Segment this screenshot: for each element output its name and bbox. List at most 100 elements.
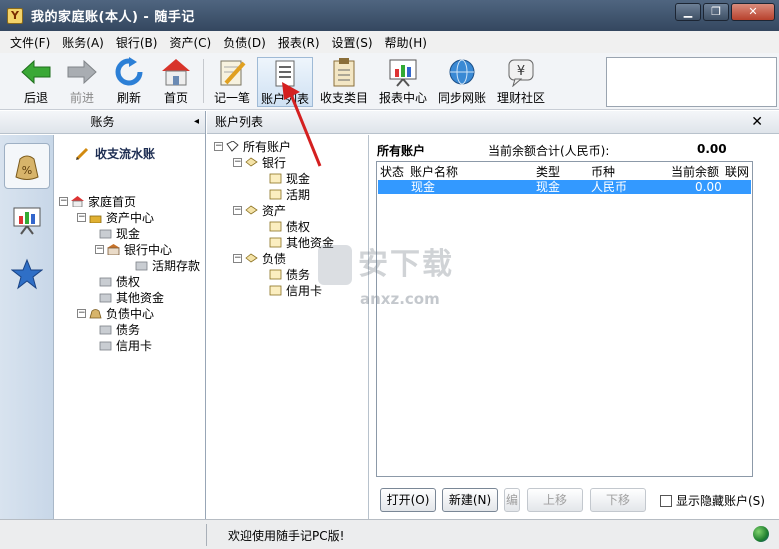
collapse-toggle[interactable]: −	[233, 157, 242, 167]
tree-item-credit-card[interactable]: 信用卡	[99, 337, 152, 353]
back-arrow-icon	[21, 59, 51, 85]
reports-label: 报表中心	[378, 91, 427, 105]
collapse-toggle[interactable]: −	[233, 253, 242, 263]
house-icon	[71, 195, 84, 207]
chart-board-icon	[389, 59, 417, 87]
collapse-toggle[interactable]: −	[233, 205, 242, 215]
reports-button[interactable]: 报表中心	[378, 57, 428, 107]
collapse-toggle[interactable]: −	[95, 244, 104, 254]
record-button[interactable]: 记一笔	[208, 57, 256, 107]
watermark-logo	[318, 245, 352, 285]
tree-label: 现金	[116, 226, 141, 241]
tree-label: 负债	[262, 251, 287, 266]
tree-item-asset-center[interactable]: − 资产中心	[77, 209, 154, 225]
title-bar: Y 我的家庭账(本人) - 随手记 ▁ ❐ ✕	[0, 0, 779, 31]
community-button[interactable]: ¥ 理财社区	[496, 57, 546, 107]
watermark: 安下载	[318, 245, 454, 285]
move-down-button[interactable]: 下移	[590, 488, 646, 512]
tree-item-bank[interactable]: − 银行	[233, 154, 286, 170]
column-online[interactable]: 联网	[725, 163, 749, 180]
forward-label: 前进	[69, 91, 94, 105]
new-button[interactable]: 新建(N)	[442, 488, 498, 512]
detail-title: 所有账户	[377, 144, 426, 158]
collapse-toggle[interactable]: −	[77, 212, 86, 222]
move-up-button[interactable]: 上移	[527, 488, 583, 512]
tree-item-demand-deposit[interactable]: 活期存款	[135, 257, 200, 273]
folder-icon	[99, 325, 112, 334]
menu-liabilities[interactable]: 负债(D)	[217, 34, 272, 51]
sync-button[interactable]: 同步网账	[437, 57, 487, 107]
tree-item-other-funds[interactable]: 其他资金	[99, 289, 164, 305]
watermark-url: anxz.com	[360, 290, 440, 308]
column-balance[interactable]: 当前余额	[671, 163, 719, 180]
column-currency[interactable]: 币种	[591, 163, 615, 180]
community-label: 理财社区	[496, 91, 545, 105]
notepad-pencil-icon	[220, 60, 246, 86]
diamond-folder-icon	[245, 157, 258, 166]
menu-assets[interactable]: 资产(C)	[163, 34, 217, 51]
menu-help[interactable]: 帮助(H)	[379, 34, 433, 51]
tree-item-debt-claims[interactable]: 债权	[99, 273, 140, 289]
home-label: 首页	[163, 91, 188, 105]
collapse-toggle[interactable]: −	[214, 141, 223, 151]
refresh-icon	[115, 57, 143, 86]
back-label: 后退	[23, 91, 48, 105]
tab-favorites[interactable]	[4, 251, 50, 297]
tree-item-claims[interactable]: 债权	[269, 218, 310, 234]
folder-icon	[269, 189, 282, 199]
tree-item-debts[interactable]: 债务	[99, 321, 140, 337]
refresh-button[interactable]: 刷新	[105, 57, 153, 107]
table-row[interactable]: 现金 现金 人民币 0.00	[378, 180, 751, 194]
tree-label: 资产	[262, 203, 287, 218]
home-button[interactable]: 首页	[152, 57, 200, 107]
tree-item-home[interactable]: − 家庭首页	[59, 193, 136, 209]
tree-item-assets[interactable]: − 资产	[233, 202, 286, 218]
tab-accounting[interactable]: %	[4, 143, 50, 189]
status-message: 欢迎使用随手记PC版!	[228, 529, 345, 543]
section-title[interactable]: 收支流水账	[75, 145, 155, 162]
menu-file[interactable]: 文件(F)	[4, 34, 56, 51]
toolbar-blank-panel	[606, 57, 777, 107]
table-header: 状态 账户名称 类型 币种 当前余额 联网	[377, 162, 752, 179]
tree-item-liabilities[interactable]: − 负债	[233, 250, 286, 266]
book-icon	[226, 140, 239, 152]
collapse-toggle[interactable]: −	[59, 196, 68, 206]
menu-bank[interactable]: 银行(B)	[110, 34, 164, 51]
total-balance-value: 0.00	[697, 142, 727, 156]
minimize-button[interactable]: ▁	[675, 3, 701, 21]
status-separator	[206, 524, 207, 546]
folder-icon	[135, 261, 148, 270]
forward-button[interactable]: 前进	[58, 57, 106, 107]
tree-label: 活期	[286, 187, 311, 202]
tree-item-bank-center[interactable]: − 银行中心	[95, 241, 172, 257]
maximize-button[interactable]: ❐	[703, 3, 729, 21]
tree-item-cash[interactable]: 现金	[99, 225, 140, 241]
svg-text:%: %	[22, 164, 32, 177]
tab-reports[interactable]	[4, 197, 50, 243]
close-tab-icon[interactable]: ✕	[751, 111, 763, 133]
close-button[interactable]: ✕	[731, 3, 775, 21]
checkbox-box[interactable]	[660, 494, 672, 507]
column-type[interactable]: 类型	[536, 163, 560, 180]
column-name[interactable]: 账户名称	[410, 163, 458, 180]
tree-item-debts[interactable]: 债务	[269, 266, 310, 282]
tree-label: 债权	[116, 274, 141, 289]
tree-item-credit-card[interactable]: 信用卡	[269, 282, 322, 298]
show-hidden-checkbox[interactable]: 显示隐藏账户(S)	[660, 492, 765, 509]
tree-label: 负债中心	[106, 306, 155, 321]
menu-accounting[interactable]: 账务(A)	[56, 34, 110, 51]
open-button[interactable]: 打开(O)	[380, 488, 436, 512]
tree-item-liability-center[interactable]: − 负债中心	[77, 305, 154, 321]
network-globe-icon[interactable]	[753, 526, 769, 542]
edit-button[interactable]: 编	[504, 488, 520, 512]
column-status[interactable]: 状态	[380, 163, 404, 180]
cell-balance: 0.00	[695, 180, 722, 194]
collapse-toggle[interactable]: −	[77, 308, 86, 318]
collapse-panel-icon[interactable]: ◂	[194, 111, 199, 133]
diamond-folder-icon	[245, 253, 258, 262]
back-button[interactable]: 后退	[12, 57, 60, 107]
menu-settings[interactable]: 设置(S)	[326, 34, 379, 51]
menu-reports[interactable]: 报表(R)	[272, 34, 326, 51]
tree-label: 银行中心	[124, 242, 173, 257]
tree-item-demand[interactable]: 活期	[269, 186, 310, 202]
